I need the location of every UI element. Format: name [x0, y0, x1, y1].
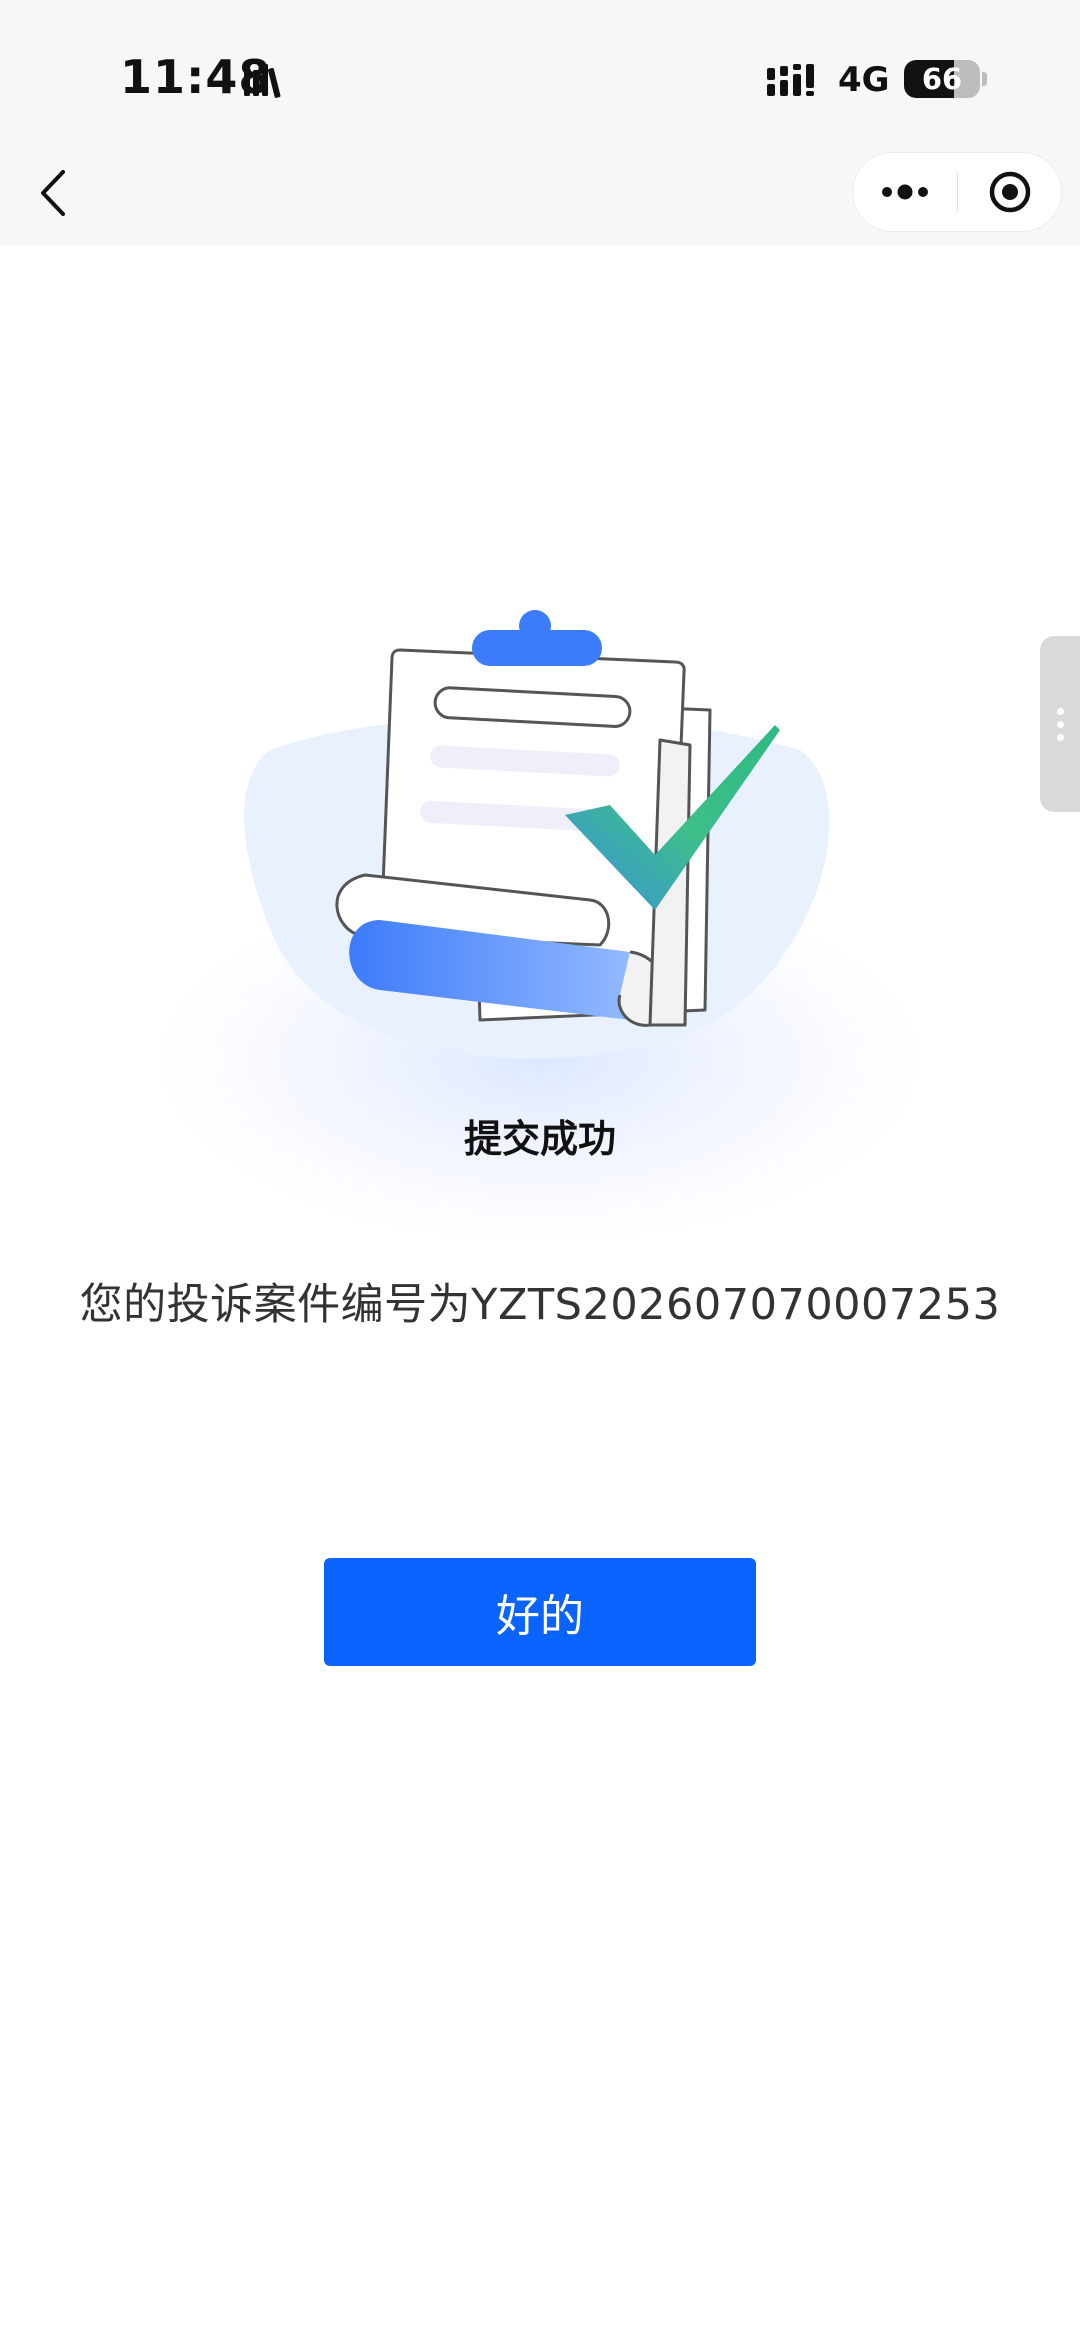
handle-dot: [1056, 720, 1064, 728]
back-button[interactable]: [28, 158, 80, 228]
network-type: 4G: [838, 60, 890, 100]
handle-dot: [1056, 733, 1064, 741]
top-bar: 11:48 4G 66: [0, 0, 1080, 246]
side-floating-handle[interactable]: [1040, 636, 1080, 812]
ok-button[interactable]: 好的: [324, 1558, 756, 1666]
battery-cap: [982, 72, 987, 86]
signal-icon: [767, 64, 814, 96]
books-icon: [244, 64, 281, 98]
target-circle-icon: [989, 171, 1031, 213]
handle-dot: [1056, 707, 1064, 715]
case-number-text: 您的投诉案件编号为YZTS202607070007253: [79, 1280, 1001, 1330]
battery-indicator: 66: [904, 60, 980, 98]
chevron-left-icon: [41, 170, 65, 216]
close-button[interactable]: [958, 153, 1062, 231]
more-button[interactable]: [853, 153, 957, 231]
page-root: 11:48 4G 66 提交成功 您的投诉案件编号为YZTS2026070700…: [0, 0, 1080, 2347]
success-title: 提交成功: [463, 1117, 616, 1161]
battery-level: 66: [921, 62, 963, 96]
more-dots-icon: [882, 184, 928, 200]
mini-program-capsule: [852, 152, 1062, 232]
